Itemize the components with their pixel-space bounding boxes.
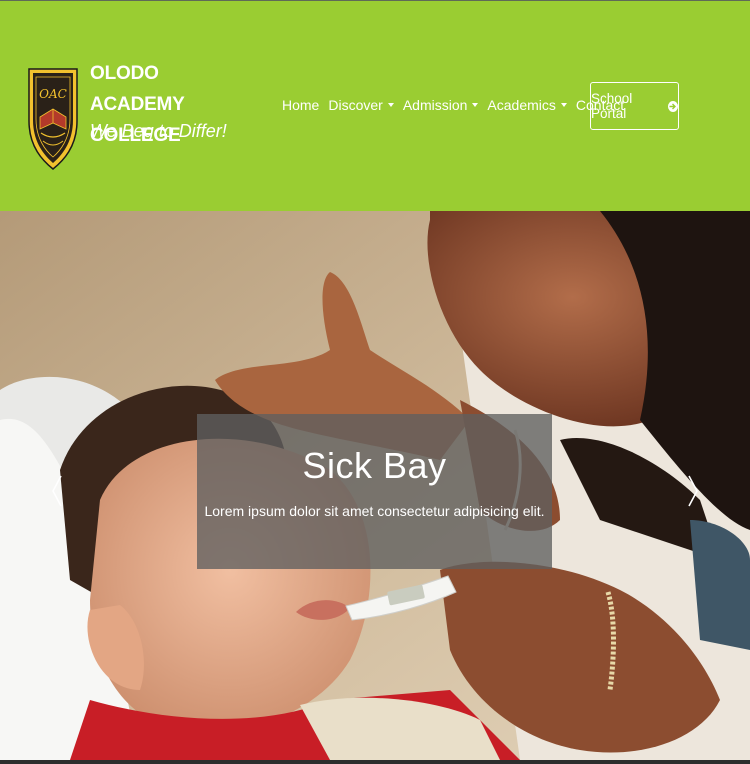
slide-caption: Sick Bay Lorem ipsum dolor sit amet cons…: [197, 414, 552, 569]
nav-admission[interactable]: Admission: [403, 97, 479, 113]
school-portal-label: School Portal: [591, 91, 633, 121]
nav-discover[interactable]: Discover: [328, 97, 394, 113]
nav-home-label: Home: [282, 97, 320, 113]
site-header: OAC OLODO ACADEMY COLLEGE We Beg to Diff…: [0, 0, 750, 211]
main-nav: Home Discover Admission Academics Contac…: [282, 96, 633, 114]
slider-bottom-bar: [0, 760, 750, 764]
nav-admission-label: Admission: [402, 97, 468, 113]
nav-academics[interactable]: Academics: [487, 97, 567, 113]
school-crest-logo[interactable]: OAC: [27, 65, 79, 171]
school-tagline: We Beg to Differ!: [90, 121, 227, 141]
slide-title: Sick Bay: [302, 445, 447, 486]
svg-text:OAC: OAC: [39, 87, 67, 101]
nav-discover-label: Discover: [328, 97, 383, 113]
school-name-line1: OLODO ACADEMY: [90, 63, 185, 115]
school-portal-button[interactable]: School Portal: [590, 82, 679, 130]
chevron-left-icon[interactable]: [50, 473, 64, 509]
caret-down-icon: [472, 103, 479, 107]
nav-academics-label: Academics: [487, 97, 556, 113]
chevron-right-icon[interactable]: [686, 473, 700, 509]
slide-text: Lorem ipsum dolor sit amet consectetur a…: [204, 503, 545, 519]
arrow-circle-right-icon: [667, 100, 678, 112]
caret-down-icon: [387, 103, 394, 107]
caret-down-icon: [560, 103, 567, 107]
nav-home[interactable]: Home: [282, 97, 319, 113]
